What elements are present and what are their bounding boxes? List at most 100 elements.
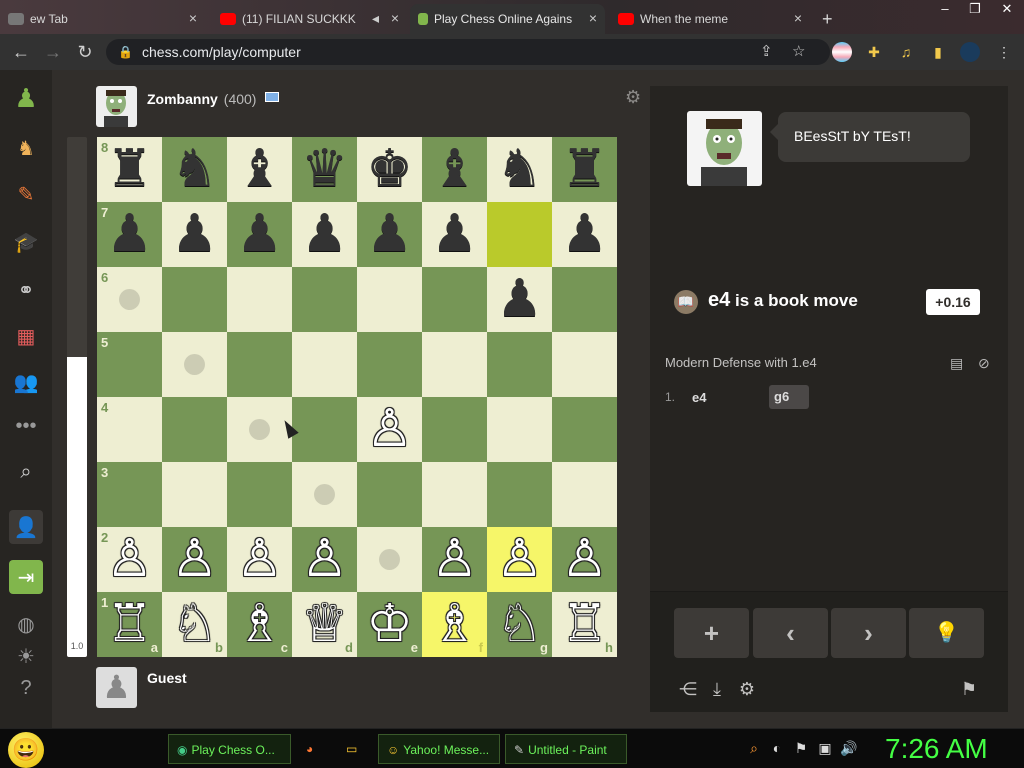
square-f6[interactable] xyxy=(422,267,487,332)
black-piece[interactable]: ♟ xyxy=(422,202,487,267)
square-c1[interactable]: c ♗ xyxy=(227,592,292,657)
square-a5[interactable]: 5 xyxy=(97,332,162,397)
social-icon[interactable]: 👥 xyxy=(10,366,42,398)
square-c5[interactable] xyxy=(227,332,292,397)
browser-tab-youtube[interactable]: (11) FILIAN SUCKKK ◂ × xyxy=(212,4,407,34)
black-piece[interactable]: ♟ xyxy=(487,267,552,332)
white-piece[interactable]: ♔ xyxy=(357,592,422,657)
square-c8[interactable]: ♝ xyxy=(227,137,292,202)
square-b6[interactable] xyxy=(162,267,227,332)
more-icon[interactable]: ••• xyxy=(10,410,42,442)
watch-binoculars-icon[interactable]: ⚭ xyxy=(10,274,42,306)
search-icon[interactable]: ⌕ xyxy=(10,456,42,488)
black-piece[interactable]: ♞ xyxy=(487,137,552,202)
hint-button[interactable]: 💡 xyxy=(909,608,984,658)
black-piece[interactable]: ♟ xyxy=(97,202,162,267)
previous-move-button[interactable]: ‹ xyxy=(753,608,828,658)
white-piece[interactable]: ♖ xyxy=(97,592,162,657)
square-f8[interactable]: ♝ xyxy=(422,137,487,202)
square-g5[interactable] xyxy=(487,332,552,397)
tray-volume-icon[interactable]: 🔊 xyxy=(840,739,858,757)
share-icon[interactable]: ⋲ xyxy=(677,678,699,700)
extensions-puzzle-icon[interactable]: ✚ xyxy=(864,42,884,62)
square-e7[interactable]: ♟ xyxy=(357,202,422,267)
legal-move-dot[interactable] xyxy=(249,419,270,440)
mute-tab-icon[interactable]: ◂ xyxy=(372,10,379,27)
square-a4[interactable]: 4 xyxy=(97,397,162,462)
square-e4[interactable]: ♙ xyxy=(357,397,422,462)
square-c6[interactable] xyxy=(227,267,292,332)
settings-gear-icon[interactable]: ⚙ xyxy=(736,678,758,700)
square-b8[interactable]: ♞ xyxy=(162,137,227,202)
learn-icon[interactable]: ✎ xyxy=(10,178,42,210)
square-h7[interactable]: ♟ xyxy=(552,202,617,267)
explorer-compass-icon[interactable]: ⊘ xyxy=(978,348,990,378)
close-window-icon[interactable]: ✕ xyxy=(992,0,1022,20)
black-piece[interactable]: ♜ xyxy=(97,137,162,202)
guest-name[interactable]: Guest xyxy=(147,670,187,686)
browser-tab-meme[interactable]: When the meme × xyxy=(610,4,810,34)
close-tab-icon[interactable]: × xyxy=(794,10,802,26)
square-d2[interactable]: ♙ xyxy=(292,527,357,592)
square-a3[interactable]: 3 xyxy=(97,462,162,527)
side-panel-icon[interactable]: ▮ xyxy=(928,42,948,62)
legal-move-dot[interactable] xyxy=(119,289,140,310)
url-field[interactable]: 🔒 chess.com/play/computer ⇪ ☆ xyxy=(106,39,830,65)
maximize-icon[interactable]: ❐ xyxy=(960,0,990,20)
square-b3[interactable] xyxy=(162,462,227,527)
new-game-button[interactable]: + xyxy=(674,608,749,658)
black-piece[interactable]: ♝ xyxy=(227,137,292,202)
white-piece[interactable]: ♗ xyxy=(422,592,487,657)
square-g3[interactable] xyxy=(487,462,552,527)
browser-menu-icon[interactable]: ⋮ xyxy=(994,42,1014,62)
black-piece[interactable]: ♜ xyxy=(552,137,617,202)
square-h4[interactable] xyxy=(552,397,617,462)
reload-icon[interactable]: ↻ xyxy=(74,41,96,63)
square-h6[interactable] xyxy=(552,267,617,332)
download-icon[interactable]: ⤓ xyxy=(706,678,728,700)
square-h1[interactable]: h ♖ xyxy=(552,592,617,657)
opening-book-icon[interactable]: ▤ xyxy=(950,348,963,378)
taskbar-chrome-button[interactable]: ◉ Play Chess O... xyxy=(168,734,291,764)
white-piece[interactable]: ♙ xyxy=(487,527,552,592)
taskbar-yahoo-button[interactable]: ☺ Yahoo! Messe... xyxy=(378,734,500,764)
white-move[interactable]: e4 xyxy=(692,390,706,405)
square-f4[interactable] xyxy=(422,397,487,462)
white-piece[interactable]: ♙ xyxy=(422,527,487,592)
legal-move-dot[interactable] xyxy=(314,484,335,505)
square-d7[interactable]: ♟ xyxy=(292,202,357,267)
square-h3[interactable] xyxy=(552,462,617,527)
share-icon[interactable]: ⇪ xyxy=(760,39,773,65)
black-piece[interactable]: ♟ xyxy=(357,202,422,267)
square-c2[interactable]: ♙ xyxy=(227,527,292,592)
taskbar-clock[interactable]: 7:26 AM xyxy=(885,731,988,767)
square-h8[interactable]: ♜ xyxy=(552,137,617,202)
sign-up-button[interactable]: 👤 xyxy=(9,510,43,544)
square-f3[interactable] xyxy=(422,462,487,527)
chess-board[interactable]: 8 ♜ ♞ ♝ ♛ ♚ ♝ ♞ ♜ 7 ♟ ♟ ♟ ♟ ♟ ♟ ♟ 6 ♟ 5 4 ♙ 3 2 ♙ ♙ ♙ ♙ ♙ ♙ ♙ 1 a ♖ b ♘ c ♗ d ♕… xyxy=(97,137,617,657)
white-piece[interactable]: ♘ xyxy=(487,592,552,657)
square-e8[interactable]: ♚ xyxy=(357,137,422,202)
black-piece[interactable]: ♚ xyxy=(357,137,422,202)
language-globe-icon[interactable]: ◍ xyxy=(10,608,42,640)
square-d6[interactable] xyxy=(292,267,357,332)
square-g4[interactable] xyxy=(487,397,552,462)
media-control-icon[interactable]: ♫ xyxy=(896,42,916,62)
white-piece[interactable]: ♖ xyxy=(552,592,617,657)
legal-move-dot[interactable] xyxy=(379,549,400,570)
guest-avatar[interactable]: ♟ xyxy=(96,667,137,708)
square-g2[interactable]: ♙ xyxy=(487,527,552,592)
start-button-smiley-icon[interactable]: 😀 xyxy=(8,732,44,768)
white-piece[interactable]: ♙ xyxy=(227,527,292,592)
forward-icon[interactable]: → xyxy=(42,41,64,63)
tray-network-icon[interactable]: ▣ xyxy=(816,739,834,757)
square-a2[interactable]: 2 ♙ xyxy=(97,527,162,592)
black-piece[interactable]: ♞ xyxy=(162,137,227,202)
square-e2[interactable] xyxy=(357,527,422,592)
log-in-button[interactable]: ⇥ xyxy=(9,560,43,594)
square-b2[interactable]: ♙ xyxy=(162,527,227,592)
resign-flag-icon[interactable]: ⚑ xyxy=(958,678,980,700)
taskbar-paint-button[interactable]: ✎ Untitled - Paint xyxy=(505,734,627,764)
news-icon[interactable]: ▦ xyxy=(10,320,42,352)
lessons-cap-icon[interactable]: 🎓 xyxy=(10,226,42,258)
